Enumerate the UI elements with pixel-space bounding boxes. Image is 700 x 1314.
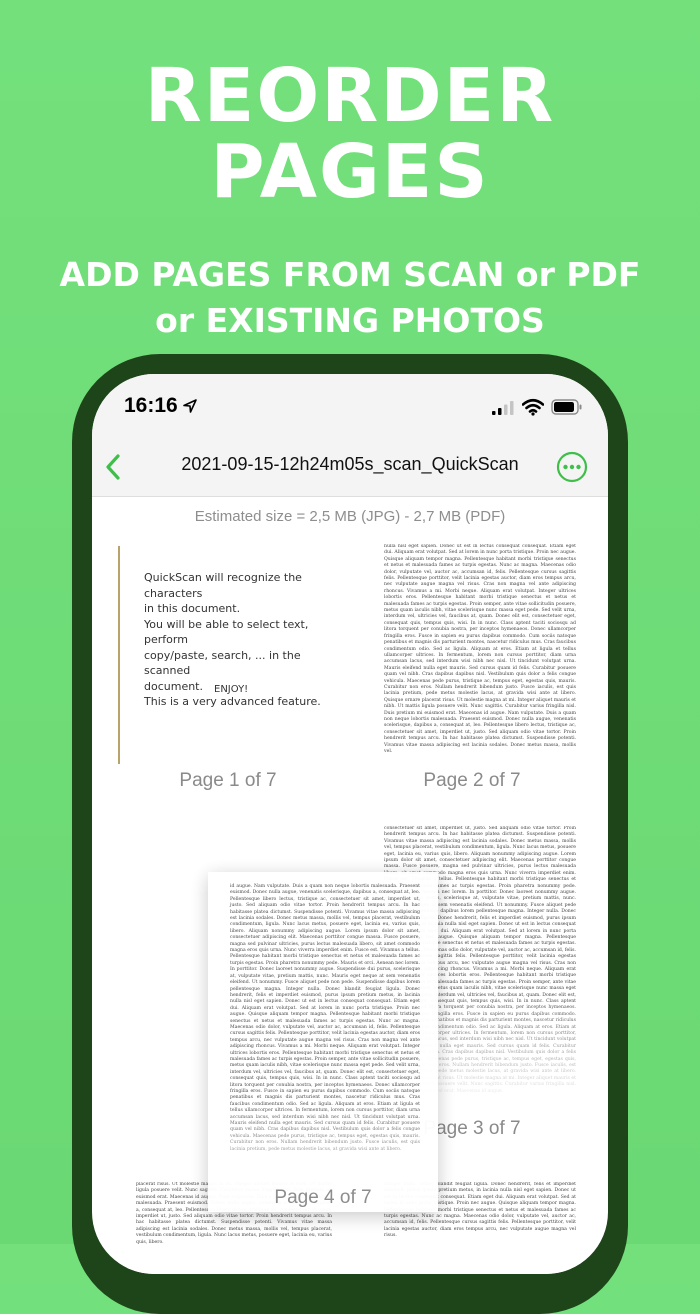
page-label-4: Page 4 of 7 <box>274 1187 372 1208</box>
status-bar: 16:16 <box>92 374 608 440</box>
page-1-line: You will be able to select text, perform <box>144 617 309 647</box>
page-label-1: Page 1 of 7 <box>179 770 277 791</box>
location-arrow-icon <box>183 399 197 413</box>
navigation-bar: 2021-09-15-12h24m05s_scan_QuickScan <box>92 440 608 497</box>
page-thumbnail-4-dragging[interactable]: id augue. Nam vulputate. Duis a quam non… <box>208 872 438 1212</box>
battery-icon <box>551 399 582 415</box>
headline-line-1: REORDER <box>144 53 556 139</box>
page-1-line: in this document. <box>144 602 241 615</box>
page-1-line: QuickScan will recognize the characters <box>144 571 302 600</box>
subline-line-2: or EXISTING PHOTOS <box>155 301 545 340</box>
page-label-2: Page 2 of 7 <box>423 770 521 791</box>
page-thumbnail-2[interactable]: nulla nisl eget sapien. Donec ut est in … <box>362 544 582 766</box>
page-2-body-text: nulla nisl eget sapien. Donec ut est in … <box>384 544 576 754</box>
page-1-line: This is a very advanced feature. <box>144 695 321 708</box>
phone-screen: 16:16 2021-09-15-12h24m05s_scan_QuickSca… <box>92 374 608 1274</box>
page-thumbnail-1[interactable]: QuickScan will recognize the characters … <box>118 546 338 764</box>
status-time: 16:16 <box>124 394 178 417</box>
page-1-enjoy: ENJOY! <box>214 684 249 695</box>
subline-line-1: ADD PAGES FROM SCAN or PDF <box>59 255 641 294</box>
headline-line-2: PAGES <box>210 129 490 215</box>
page-edge-shadow <box>118 546 120 764</box>
promo-headline: REORDER PAGES <box>0 58 700 210</box>
back-chevron-icon[interactable] <box>100 450 126 484</box>
wifi-icon <box>522 398 544 416</box>
document-title: 2021-09-15-12h24m05s_scan_QuickScan <box>181 454 519 474</box>
cellular-signal-icon <box>492 401 514 415</box>
page-1-line: copy/paste, search, ... in the scanned <box>144 648 301 678</box>
more-options-icon[interactable] <box>556 451 588 483</box>
promo-subline: ADD PAGES FROM SCAN or PDF or EXISTING P… <box>0 252 700 344</box>
estimated-size-text: Estimated size = 2,5 MB (JPG) - 2,7 MB (… <box>194 508 506 525</box>
